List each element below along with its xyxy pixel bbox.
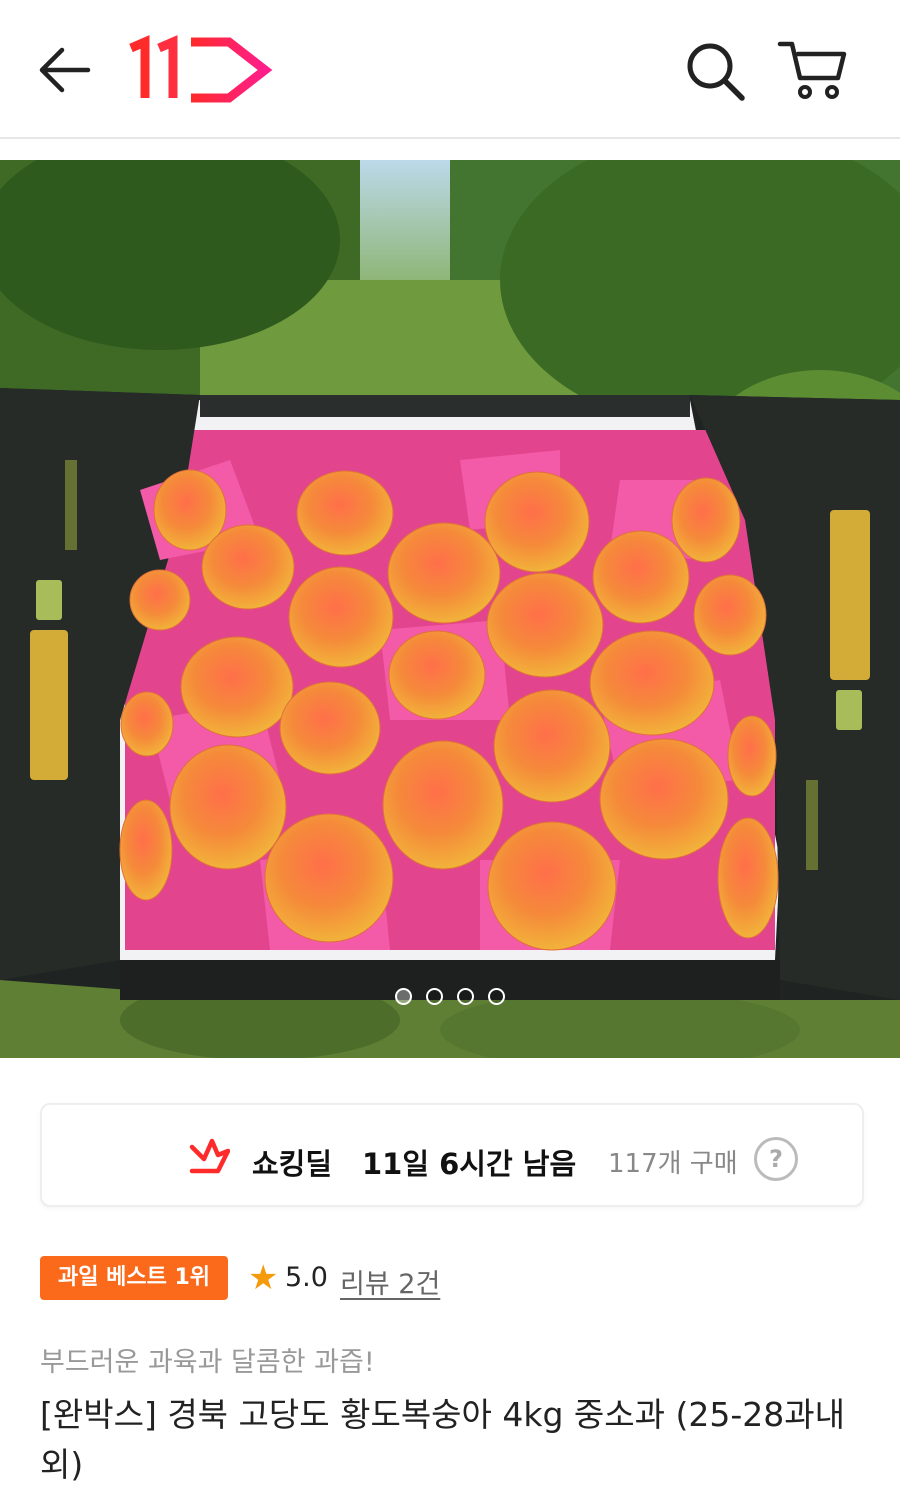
carousel-dot-1[interactable] [395, 988, 412, 1005]
deal-title: 쇼킹딜 [252, 1147, 333, 1181]
rating-value: 5.0 [285, 1262, 328, 1293]
carousel-dot-4[interactable] [488, 988, 505, 1005]
cart-button[interactable] [776, 36, 852, 104]
purchase-count: 117개 구매 [608, 1149, 738, 1179]
best-rank-badge: 과일 베스트 1위 [40, 1256, 228, 1300]
review-count-link[interactable]: 리뷰 2건 [340, 1262, 440, 1301]
shocking-deal-banner[interactable]: 쇼킹딜 11일 6시간 남음 117개 구매 ? [40, 1103, 864, 1207]
back-button[interactable] [30, 40, 100, 100]
product-title: [완박스] 경북 고당도 황도복숭아 4kg 중소과 (25-28과내외) [40, 1395, 845, 1484]
back-arrow-icon [39, 47, 91, 93]
deal-time-left: 11일 6시간 남음 [362, 1147, 577, 1181]
cart-icon [777, 41, 847, 99]
shocking-deal-icon [189, 1138, 230, 1174]
logo-11st[interactable] [125, 34, 275, 106]
star-icon: ★ [248, 1258, 279, 1298]
carousel-dot-2[interactable] [426, 988, 443, 1005]
carousel-indicators [0, 988, 900, 1009]
carousel-dot-3[interactable] [457, 988, 474, 1005]
help-button[interactable]: ? [754, 1137, 798, 1181]
product-image-carousel[interactable] [0, 160, 900, 1058]
product-photo [0, 160, 900, 1058]
search-icon [687, 43, 745, 101]
top-app-bar [0, 0, 900, 139]
product-subtitle: 부드러운 과육과 달콤한 과즙! [40, 1347, 375, 1378]
search-button[interactable] [682, 38, 752, 104]
